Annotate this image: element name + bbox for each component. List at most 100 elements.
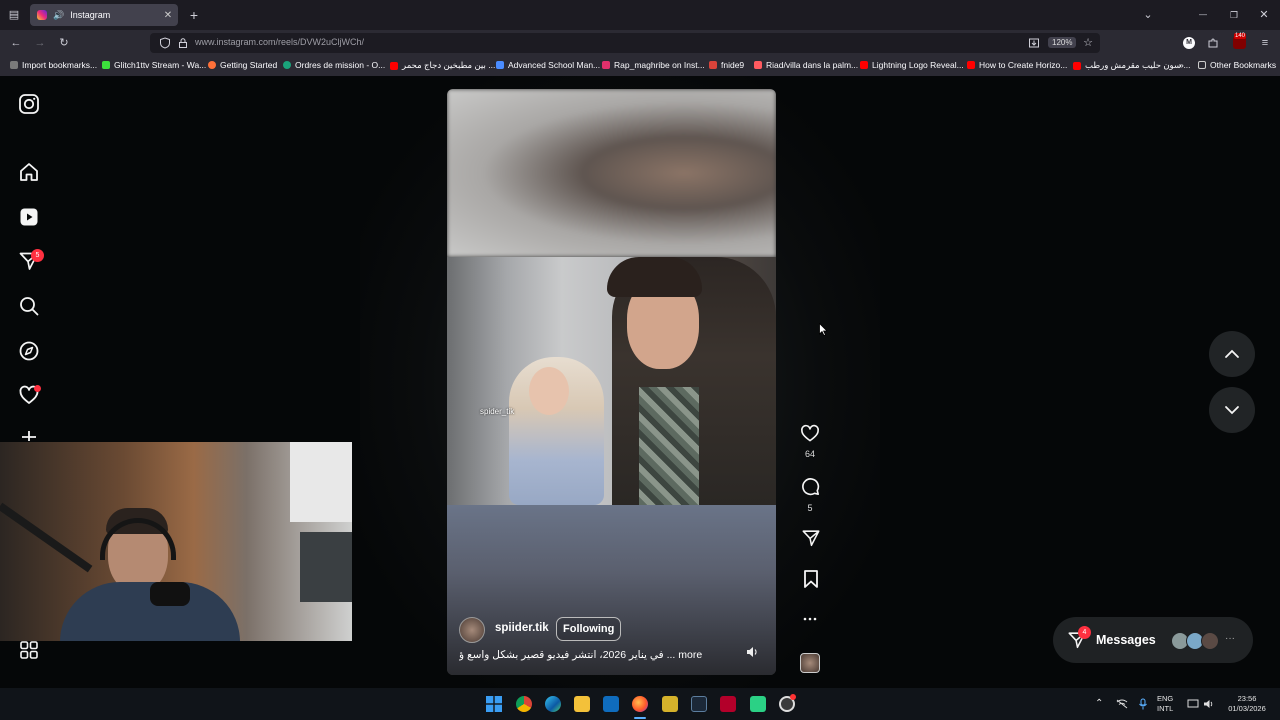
volume-icon[interactable] bbox=[745, 645, 759, 659]
youtube-icon bbox=[967, 61, 975, 69]
browser-navbar: ← → ↻ www.instagram.com/reels/DVW2uCljWC… bbox=[0, 30, 1280, 56]
url-text: www.instagram.com/reels/DVW2uCljWCh/ bbox=[195, 37, 365, 47]
lock-icon[interactable] bbox=[177, 37, 189, 49]
previous-reel-button[interactable] bbox=[1209, 331, 1255, 377]
bookmark-star-icon[interactable]: ☆ bbox=[1080, 35, 1096, 51]
edge-icon[interactable] bbox=[545, 696, 561, 712]
extensions-icon[interactable] bbox=[1207, 37, 1219, 49]
bookmark-item[interactable]: Import bookmarks... bbox=[10, 60, 97, 70]
bookmark-item[interactable]: Getting Started bbox=[208, 60, 277, 70]
like-count: 64 bbox=[804, 449, 815, 459]
comment-icon[interactable] bbox=[800, 476, 820, 496]
account-avatar-icon[interactable]: M bbox=[1183, 37, 1195, 49]
more-options-icon[interactable] bbox=[802, 613, 818, 625]
chevron-up-icon bbox=[1225, 349, 1239, 358]
display-icon[interactable] bbox=[1187, 698, 1199, 710]
owner-avatar[interactable] bbox=[459, 617, 485, 643]
bookmark-item[interactable]: Riad/villa dans la palm... bbox=[754, 60, 858, 70]
tab-close-button[interactable]: ✕ bbox=[161, 10, 175, 21]
explore-icon[interactable] bbox=[18, 340, 40, 362]
tab-list-icon[interactable]: ▤ bbox=[6, 7, 22, 23]
reader-save-icon[interactable] bbox=[1028, 37, 1040, 49]
save-bookmark-icon[interactable] bbox=[802, 569, 820, 589]
browser-tab-instagram[interactable]: 🔊 Instagram ✕ bbox=[30, 4, 178, 26]
search-icon[interactable] bbox=[18, 295, 40, 317]
tab-title: Instagram bbox=[70, 10, 111, 20]
extension-badge: 140 bbox=[1234, 33, 1247, 39]
list-all-tabs-icon[interactable]: ⌄ bbox=[1140, 7, 1156, 23]
message-avatar bbox=[1201, 632, 1219, 650]
reels-icon[interactable] bbox=[18, 206, 40, 228]
forward-icon[interactable]: → bbox=[32, 35, 48, 51]
like-action[interactable]: 64 bbox=[798, 424, 822, 459]
volume-tray-icon[interactable] bbox=[1203, 698, 1215, 710]
messages-label: Messages bbox=[1096, 633, 1156, 647]
following-button[interactable]: Following bbox=[556, 617, 622, 641]
language-indicator[interactable]: ENG INTL bbox=[1157, 694, 1173, 714]
shield-icon bbox=[160, 37, 170, 49]
minimize-button[interactable]: — bbox=[1195, 7, 1211, 23]
outlook-icon[interactable] bbox=[603, 696, 619, 712]
bookmark-item[interactable]: Glitch1ttv Stream - Wa... bbox=[102, 60, 206, 70]
instagram-logo-icon[interactable] bbox=[18, 93, 40, 115]
reel-caption[interactable]: في يناير 2026، انتشر فيديو قصير بشكل واس… bbox=[459, 649, 715, 661]
chrome-icon[interactable] bbox=[516, 696, 532, 712]
bookmark-item[interactable]: Rap_maghribe on Inst... bbox=[602, 60, 705, 70]
youtube-icon bbox=[390, 61, 398, 70]
audio-thumbnail[interactable] bbox=[800, 653, 820, 673]
bookmark-item[interactable]: بين مطبخين دجاج محمر ... bbox=[390, 60, 495, 71]
steam-icon[interactable] bbox=[691, 696, 707, 712]
speaker-icon[interactable]: 🔊 bbox=[53, 10, 64, 21]
mouse-cursor-icon bbox=[819, 323, 828, 336]
bookmark-item[interactable]: Lightning Logo Reveal... bbox=[860, 60, 964, 70]
notification-dot bbox=[34, 385, 41, 392]
firefox-icon[interactable] bbox=[632, 696, 648, 712]
home-icon[interactable] bbox=[18, 161, 40, 183]
more-grid-icon[interactable] bbox=[18, 639, 40, 661]
youtube-icon bbox=[860, 61, 868, 69]
bookmark-item[interactable]: fnide9 bbox=[709, 60, 744, 70]
instagram-favicon-icon bbox=[37, 10, 47, 20]
webcam-microphone bbox=[150, 582, 190, 606]
bookmark-item[interactable]: How to Create Horizo... bbox=[967, 60, 1067, 70]
youtube-icon bbox=[1073, 61, 1081, 70]
windows-start-icon[interactable] bbox=[486, 696, 502, 712]
clock[interactable]: 23:56 01/03/2026 bbox=[1222, 694, 1272, 714]
zoom-level[interactable]: 120% bbox=[1048, 37, 1077, 48]
bookmark-icon bbox=[10, 61, 18, 69]
maximize-button[interactable]: ❐ bbox=[1226, 7, 1242, 23]
close-window-button[interactable]: ✕ bbox=[1256, 7, 1272, 23]
file-explorer-icon[interactable] bbox=[574, 696, 590, 712]
webcam-window bbox=[290, 442, 352, 522]
creative-cloud-icon[interactable] bbox=[720, 696, 736, 712]
browser-tab-strip: ▤ 🔊 Instagram ✕ + ⌄ — ❐ ✕ bbox=[0, 0, 1280, 30]
notes-app-icon[interactable] bbox=[662, 696, 678, 712]
video-watermark: spider_tik bbox=[480, 407, 515, 416]
bookmark-icon bbox=[102, 61, 110, 69]
airbnb-icon bbox=[754, 61, 762, 69]
back-icon[interactable]: ← bbox=[8, 35, 24, 51]
bookmark-item[interactable]: سون حليب مقرمش ورطب ... bbox=[1073, 60, 1191, 71]
menu-icon[interactable]: ≡ bbox=[1257, 35, 1273, 51]
reload-icon[interactable]: ↻ bbox=[56, 35, 72, 51]
bookmark-item[interactable]: Ordres de mission - O... bbox=[283, 60, 385, 70]
messages-button[interactable]: 4 Messages ··· bbox=[1053, 617, 1253, 663]
microphone-icon[interactable] bbox=[1138, 698, 1148, 710]
network-off-icon[interactable] bbox=[1116, 699, 1128, 709]
create-icon[interactable] bbox=[18, 429, 40, 441]
tray-overflow-icon[interactable]: ⌃ bbox=[1095, 699, 1103, 709]
media-app-icon[interactable] bbox=[750, 696, 766, 712]
new-tab-button[interactable]: + bbox=[186, 7, 202, 23]
folder-icon bbox=[1198, 61, 1206, 69]
bookmark-item[interactable]: Advanced School Man... bbox=[496, 60, 600, 70]
comment-action[interactable]: 5 bbox=[798, 476, 822, 513]
owner-username[interactable]: spiider.tik bbox=[495, 622, 549, 634]
share-icon[interactable] bbox=[801, 528, 821, 548]
reel-video[interactable]: spider_tik spiider.tik Following في يناي… bbox=[447, 89, 776, 675]
url-bar[interactable]: www.instagram.com/reels/DVW2uCljWCh/ 120… bbox=[150, 33, 1100, 53]
next-reel-button[interactable] bbox=[1209, 387, 1255, 433]
video-face-left bbox=[529, 367, 569, 415]
bookmarks-overflow-icon[interactable]: » bbox=[1179, 60, 1184, 70]
other-bookmarks[interactable]: Other Bookmarks bbox=[1198, 60, 1276, 70]
like-heart-icon[interactable] bbox=[800, 424, 820, 442]
